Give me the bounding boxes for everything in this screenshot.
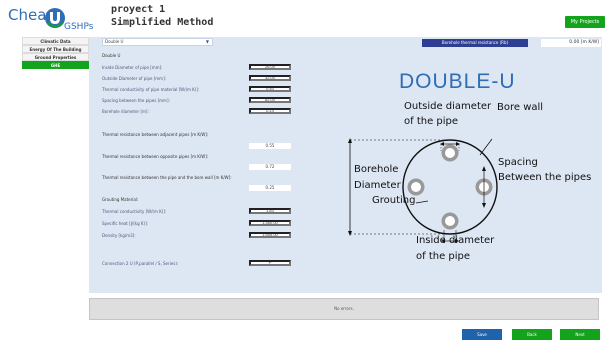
pipe-spacing-input[interactable]	[249, 97, 291, 103]
diagram-label-inside-diameter: Inside diameter	[416, 235, 495, 246]
connection-label: Connection 2 U (P,parallel / S, Series):	[102, 261, 179, 266]
bore-wall-resistance-value: 0.25	[249, 185, 291, 191]
diagram-title: DOUBLE-U	[399, 70, 516, 93]
field-label: Outside Diameter of pipe [mm]:	[102, 76, 166, 81]
result-label: Thermal resistance between adjacent pipe…	[102, 132, 209, 137]
adjacent-resistance-value: 0.55	[249, 143, 291, 149]
diagram-label-spacing: Spacing	[498, 157, 538, 168]
logo-gshps-text: GSHPs	[64, 22, 94, 32]
borehole-resistance-label: Borehole thermal resistance (Rb)	[422, 39, 528, 47]
field-label: Thermal conductivity [W/(m K)]:	[102, 209, 167, 214]
diagram-label-borehole: Borehole	[354, 164, 399, 175]
field-label: Inside Diameter of pipe [mm]:	[102, 65, 163, 70]
pipe-conductivity-input[interactable]	[249, 86, 291, 92]
next-button[interactable]: Next	[560, 329, 600, 340]
field-label: Spacing between the pipes [mm]:	[102, 98, 170, 103]
grout-specific-heat-input[interactable]	[249, 220, 291, 226]
diagram-label-grouting: Grouting	[372, 195, 416, 206]
result-label: Thermal resistance between opposite pipe…	[102, 154, 209, 159]
diagram-label-between-pipes: Between the pipes	[498, 172, 592, 183]
sidebar-item-ghe[interactable]: GHE	[22, 61, 89, 69]
diagram-label-of-the-pipe: of the pipe	[416, 251, 471, 262]
section-pipe-heading: Double U	[102, 53, 121, 58]
back-button[interactable]: Back	[512, 329, 552, 340]
sidebar-item-ground-properties[interactable]: Ground Properties	[22, 53, 89, 61]
opposite-resistance-value: 0.72	[249, 164, 291, 170]
project-name: proyect 1	[111, 4, 166, 15]
borehole-resistance-value: 0.00 [m K/W]	[541, 39, 601, 47]
chevron-down-icon: ▼	[205, 39, 209, 44]
outside-diameter-input[interactable]	[249, 75, 291, 81]
diagram-label-diameter: Diameter	[354, 180, 401, 191]
borehole-diameter-input[interactable]	[249, 108, 291, 114]
logo-u-icon	[45, 8, 65, 28]
sidebar-item-energy-building[interactable]: Energy Of The Building	[22, 45, 89, 53]
page-title: Simplified Method	[111, 17, 214, 28]
project-header: proyect 1 Simplified Method	[111, 4, 213, 28]
section-grout-heading: Grouting Material:	[102, 197, 139, 202]
diagram-label-bore-wall: Bore wall	[497, 102, 544, 113]
grout-density-input[interactable]	[249, 232, 291, 238]
grout-conductivity-input[interactable]	[249, 208, 291, 214]
result-label: Thermal resistance between the pipe and …	[102, 175, 232, 180]
diagram-label-outside-diameter: Outside diameter	[404, 101, 492, 112]
field-label: Thermal conductivity of pipe material [W…	[102, 87, 200, 92]
field-label: Specific heat [J/(kg K)]:	[102, 221, 148, 226]
config-select[interactable]: Double U ▼	[102, 38, 213, 46]
my-projects-button[interactable]: My Projects	[565, 16, 605, 28]
pipe-icons	[407, 144, 493, 230]
double-u-diagram: DOUBLE-U Outside diameter of the pipe Bo…	[332, 65, 602, 293]
config-select-value: Double U	[105, 39, 124, 44]
connection-input[interactable]	[249, 260, 291, 266]
field-label: Borehole diameter [m]:	[102, 109, 149, 114]
sidebar: Climatic Data Energy Of The Building Gro…	[22, 37, 89, 69]
diagram-label-of-the-pipe: of the pipe	[404, 116, 459, 127]
app-logo: Cheap GSHPs	[8, 4, 94, 36]
save-button[interactable]: Save	[462, 329, 502, 340]
main-panel: Double U ▼ Borehole thermal resistance (…	[89, 37, 602, 293]
sidebar-item-climatic-data[interactable]: Climatic Data	[22, 37, 89, 45]
field-label: Density [kg/m3]:	[102, 233, 136, 238]
errors-panel: No errors.	[89, 298, 599, 320]
inside-diameter-input[interactable]	[249, 64, 291, 70]
